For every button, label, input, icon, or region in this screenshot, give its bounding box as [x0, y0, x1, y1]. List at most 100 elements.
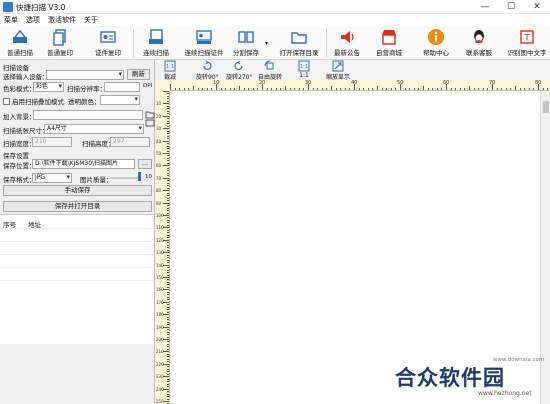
toolbar-ocr-button[interactable]: T 识别图中文字 [505, 28, 549, 58]
ruler-tick [167, 294, 169, 296]
split-save-icon [238, 31, 254, 43]
ruler-tick [167, 210, 169, 212]
ruler-tick [326, 88, 328, 90]
ruler-tick [478, 88, 480, 90]
ruler-tick [234, 88, 236, 90]
ruler-tick [167, 133, 169, 135]
ruler-tick [239, 86, 240, 90]
save-format-label: 保存格式： [3, 176, 36, 184]
toolbar-scan-button[interactable]: 普通扫描 [4, 28, 36, 58]
ruler-tick [167, 383, 169, 385]
toolbar-copy-button[interactable]: 普通复印 [44, 28, 76, 58]
menu-item-options[interactable]: 选项 [26, 15, 40, 25]
store-icon [382, 30, 396, 45]
ruler-tick [163, 202, 169, 204]
ruler-tick [252, 88, 254, 90]
ruler-label: 10 [213, 80, 220, 86]
ruler-tick [505, 88, 507, 90]
quality-slider-thumb[interactable] [138, 172, 141, 181]
ruler-tick [167, 269, 169, 271]
rotate-270-button[interactable]: 旋转270° [226, 60, 252, 81]
toolbar-id-copy-button[interactable]: 证件复印 [92, 28, 124, 58]
browse-button[interactable]: ... [138, 159, 152, 169]
ruler-tick [167, 331, 169, 333]
manual-save-button[interactable]: 手动保存 [3, 185, 152, 196]
device-select[interactable] [46, 70, 124, 80]
ruler-tick [229, 88, 231, 90]
ruler-tick [193, 86, 194, 90]
ruler-tick [167, 138, 169, 140]
scan-width-input[interactable]: 210 [32, 137, 72, 147]
scan-height-input[interactable]: 297 [110, 137, 150, 147]
ruler-tick [501, 88, 503, 90]
ruler-tick [167, 237, 169, 239]
menu-bar: 菜单 选项 激活软件 关于 [0, 14, 550, 26]
menu-item-about[interactable]: 关于 [84, 15, 98, 25]
ruler-tick [167, 274, 169, 276]
browse-folder-icon[interactable] [145, 109, 155, 119]
toolbar-store-button[interactable]: 自营商城 [373, 28, 405, 58]
ruler-tick [167, 311, 169, 313]
toolbar-announcement-button[interactable]: 最新公告 [331, 28, 363, 58]
ruler-tick [163, 103, 169, 105]
refresh-button[interactable]: 刷新 [127, 69, 150, 80]
maximize-button[interactable]: ☐ [498, 0, 524, 14]
ruler-label: 120 [156, 237, 164, 243]
table-divider [0, 267, 154, 268]
resolution-label: 扫描分辨率： [67, 85, 106, 93]
ruler-label: 20 [156, 113, 162, 119]
ruler-tick [167, 284, 169, 286]
ruler-label: 60 [443, 80, 450, 86]
ruler-tick [167, 197, 169, 199]
menu-item-menu[interactable]: 菜单 [4, 15, 18, 25]
toolbar-open-folder-button[interactable]: 打开保存目录 [277, 28, 321, 58]
table-divider [0, 254, 154, 255]
clear-icon[interactable] [145, 119, 155, 127]
save-location-input[interactable]: D:\软件下载\KJSM30\扫描图片 [32, 159, 135, 169]
resolution-unit: DPI [143, 83, 153, 89]
free-rotate-icon [264, 60, 274, 70]
save-format-select[interactable]: JPG [32, 173, 72, 183]
toolbar-help-button[interactable]: 帮助中心 [420, 28, 452, 58]
split-save-dropdown-icon[interactable]: ▾ [265, 40, 268, 47]
toolbar-split-save-button[interactable]: 分割保存 [229, 28, 263, 58]
ruler-tick [464, 88, 466, 90]
fit-view-button[interactable]: 缩放显示 [326, 60, 350, 81]
rotate-90-button[interactable]: 旋转90° [196, 60, 219, 81]
minimize-button[interactable]: — [472, 0, 498, 14]
ruler-tick [167, 296, 169, 298]
paper-size-select[interactable]: A4尺寸 [44, 124, 144, 134]
crop-button[interactable]: 1:1 裁减 [164, 60, 176, 81]
ruler-tick [381, 88, 383, 90]
menu-item-activate[interactable]: 激活软件 [48, 15, 76, 25]
toolbar-continuous-id-scan-button[interactable]: 连续扫描证件 [183, 28, 225, 58]
resolution-input[interactable] [104, 82, 140, 92]
ruler-tick [542, 88, 544, 90]
horizontal-ruler: 10 20 30 40 50 60 70 80 [170, 80, 550, 91]
ruler-tick [167, 182, 169, 184]
toolbar-continuous-scan-button[interactable]: 连续扫描 [139, 28, 173, 58]
color-mode-select[interactable]: 彩色 [33, 82, 64, 92]
actual-size-button[interactable]: 1:1 1:1 [298, 60, 310, 79]
ruler-tick [163, 91, 169, 92]
free-rotate-button[interactable]: 自由旋转 [258, 60, 282, 81]
ruler-label: 100 [156, 213, 164, 218]
ruler-tick [167, 316, 169, 318]
paper-size-label: 扫描纸张尺寸： [3, 127, 49, 135]
quality-slider-track[interactable] [110, 177, 140, 179]
ruler-tick [167, 170, 169, 172]
toolbar-contact-button[interactable]: 联系客服 [463, 28, 495, 58]
overlay-mode-checkbox[interactable] [3, 98, 10, 105]
close-button[interactable]: ✕ [524, 0, 550, 14]
scan-preview-canvas[interactable] [170, 91, 540, 404]
background-input[interactable] [33, 110, 143, 120]
ruler-label: 50 [397, 80, 404, 86]
scrollbar-thumb[interactable] [543, 101, 549, 113]
save-and-open-button[interactable]: 保存并打开目录 [3, 201, 152, 212]
ruler-tick [167, 391, 169, 393]
transparency-select[interactable] [100, 95, 140, 105]
image-quality-label: 图片质量： [80, 176, 113, 184]
ruler-tick [174, 88, 176, 90]
ruler-label: 40 [351, 80, 358, 86]
ruler-tick [390, 88, 392, 90]
